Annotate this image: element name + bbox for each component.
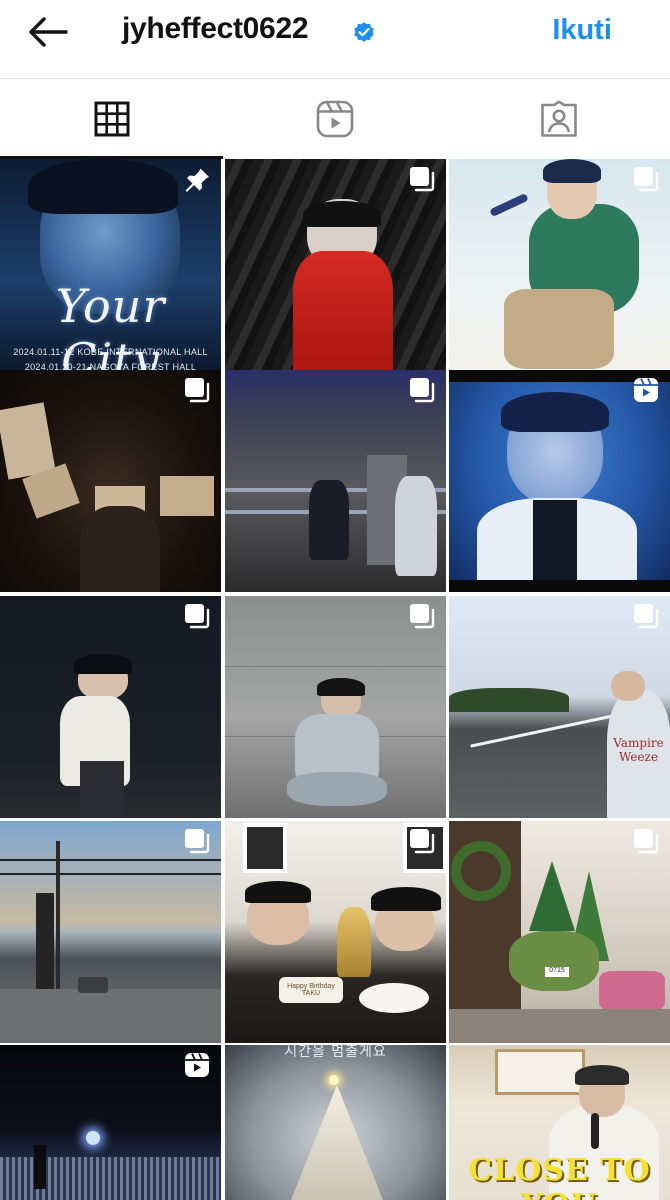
carousel-icon xyxy=(408,376,436,404)
hair-shape xyxy=(501,392,609,432)
red-shirt-shape xyxy=(293,251,393,381)
hair-shape xyxy=(28,159,178,214)
road-surface xyxy=(0,989,221,1043)
hair-shape xyxy=(317,678,365,696)
trousers-shape xyxy=(287,772,387,806)
tab-posts[interactable] xyxy=(0,79,223,159)
wall-photo-frame xyxy=(243,823,287,873)
carousel-icon xyxy=(183,827,211,855)
face-shape xyxy=(611,671,645,701)
carousel-icon xyxy=(632,165,660,193)
post-thumbnail[interactable] xyxy=(0,370,221,592)
reels-icon xyxy=(316,100,354,138)
posts-grid: Your City 2024.01.11-12 KOBE INTERNATION… xyxy=(0,159,670,1200)
pin-icon xyxy=(183,165,211,193)
trousers-shape xyxy=(80,761,124,818)
stage-light xyxy=(86,1131,100,1145)
trees-shape xyxy=(449,688,569,712)
post-thumbnail[interactable] xyxy=(0,596,221,818)
microphone-shape xyxy=(591,1113,599,1149)
profile-tabs xyxy=(0,79,670,159)
plate-writing-text: Happy Birthday TAKU xyxy=(287,983,335,997)
post-caption-line: 2024.01.11-12 KOBE INTERNATIONAL HALL xyxy=(13,347,208,357)
carousel-icon xyxy=(183,602,211,630)
post-thumbnail[interactable]: CLOSE TO YOU xyxy=(449,1045,670,1200)
car-shape xyxy=(78,977,108,993)
person-silhouette xyxy=(395,476,437,576)
post-thumbnail[interactable]: Happy Birthday TAKU xyxy=(225,821,446,1043)
post-thumbnail[interactable] xyxy=(225,596,446,818)
power-line xyxy=(0,873,221,875)
hair-shape xyxy=(575,1065,629,1085)
person-silhouette xyxy=(80,506,160,592)
post-title-text: CLOSE TO YOU xyxy=(468,1153,651,1200)
follow-button[interactable]: Ikuti xyxy=(552,14,612,47)
tagged-person-icon xyxy=(540,100,578,138)
letterbox-bar xyxy=(449,580,670,592)
carousel-icon xyxy=(408,827,436,855)
utility-pole xyxy=(56,841,60,1001)
tab-tagged[interactable] xyxy=(447,79,670,159)
cap-shape xyxy=(245,881,311,903)
person-silhouette xyxy=(309,480,349,560)
post-thumbnail[interactable] xyxy=(449,159,670,381)
gift-bags xyxy=(599,971,665,1011)
verified-badge-icon xyxy=(352,20,376,44)
christmas-wreath xyxy=(451,841,511,901)
vest-shape xyxy=(533,500,577,580)
cap-shape xyxy=(371,887,441,911)
carousel-icon xyxy=(632,602,660,630)
post-thumbnail[interactable] xyxy=(449,370,670,592)
post-thumbnail[interactable] xyxy=(225,159,446,381)
dessert-plate xyxy=(359,983,429,1013)
tab-reels[interactable] xyxy=(223,79,446,159)
crossing-signal xyxy=(36,893,54,1003)
carousel-icon xyxy=(408,165,436,193)
plants-shape xyxy=(509,931,599,991)
back-arrow-icon[interactable] xyxy=(22,12,72,52)
trousers-shape xyxy=(504,289,614,369)
carousel-icon xyxy=(408,602,436,630)
post-thumbnail[interactable]: Vampire Weeze xyxy=(449,596,670,818)
carousel-icon xyxy=(183,376,211,404)
post-title-text: 시간을 멈출게요 xyxy=(284,1045,387,1060)
concrete-seam xyxy=(225,666,446,667)
sweatshirt-print-text: Vampire Weeze xyxy=(613,736,664,764)
artwork-frame xyxy=(160,476,214,516)
post-thumbnail[interactable] xyxy=(225,370,446,592)
wall-frame xyxy=(495,1049,585,1095)
hair-shape xyxy=(74,654,132,674)
performer-silhouette xyxy=(34,1145,46,1189)
post-thumbnail[interactable]: 0715 xyxy=(449,821,670,1043)
post-thumbnail[interactable] xyxy=(0,821,221,1043)
steps-shape xyxy=(449,1009,670,1043)
hair-shape xyxy=(543,159,601,183)
reel-icon xyxy=(183,1051,211,1079)
gold-tree-shape xyxy=(337,907,371,977)
carousel-icon xyxy=(632,827,660,855)
post-thumbnail[interactable]: Your City 2024.01.11-12 KOBE INTERNATION… xyxy=(0,159,221,381)
tree-star-light xyxy=(329,1075,339,1085)
post-thumbnail[interactable] xyxy=(0,1045,221,1200)
grid-icon xyxy=(94,101,130,137)
reel-icon xyxy=(632,376,660,404)
post-thumbnail[interactable]: 시간을 멈출게요 xyxy=(225,1045,446,1200)
profile-header: jyheffect0622 Ikuti xyxy=(0,0,670,78)
power-line xyxy=(0,859,221,861)
profile-username: jyheffect0622 xyxy=(122,12,309,45)
address-sign-text: 0715 xyxy=(549,967,565,974)
hair-shape xyxy=(303,201,381,227)
